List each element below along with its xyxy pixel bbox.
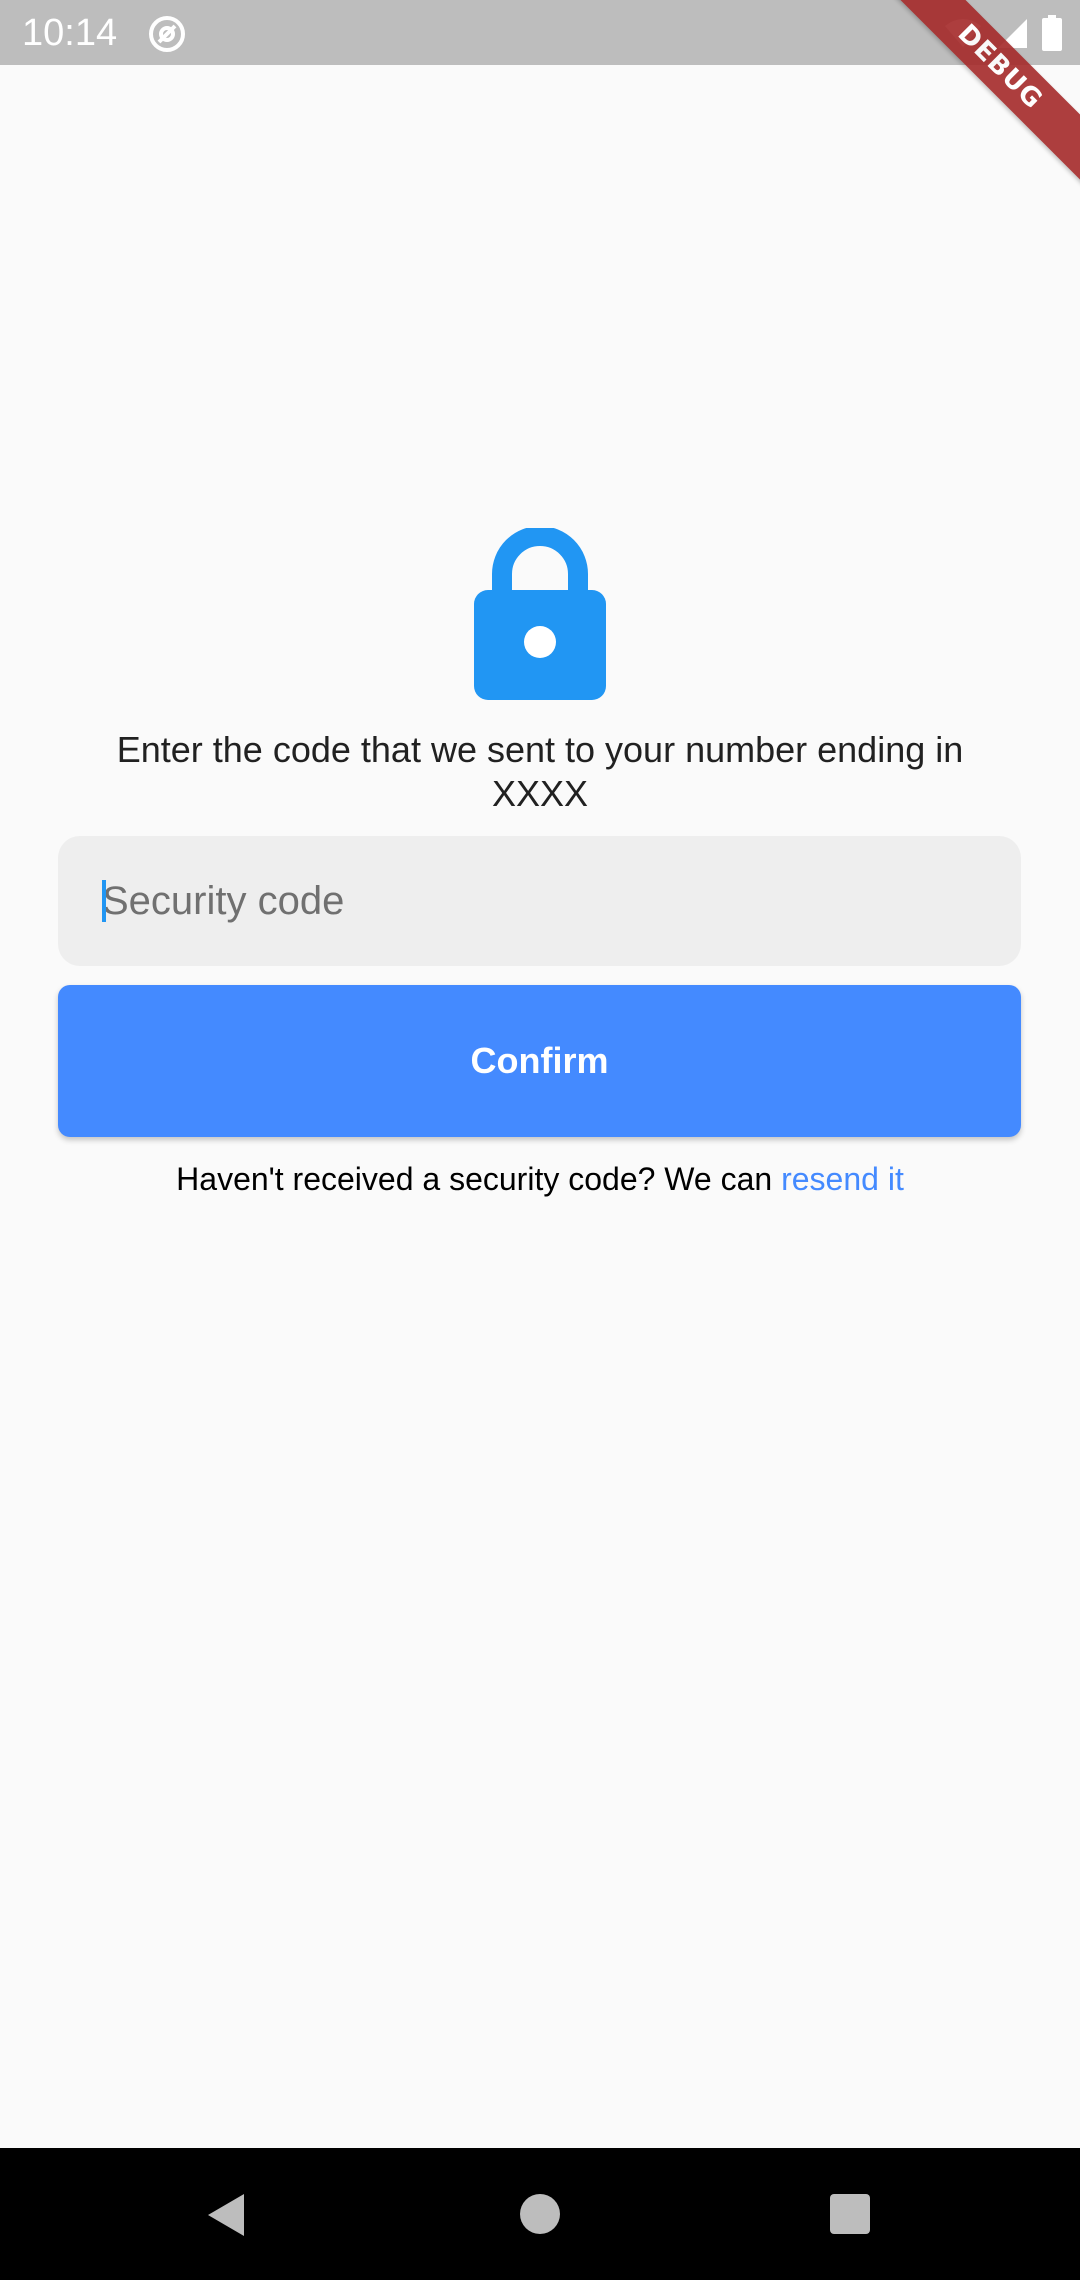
text-cursor — [102, 880, 106, 922]
confirm-button[interactable]: Confirm — [58, 985, 1021, 1137]
instruction-text: Enter the code that we sent to your numb… — [116, 729, 964, 814]
resend-link[interactable]: resend it — [781, 1161, 904, 1197]
recents-icon[interactable] — [830, 2194, 870, 2234]
resend-prompt-text: Haven't received a security code? We can — [176, 1161, 782, 1197]
lock-icon — [474, 528, 606, 700]
navigation-bar — [0, 2148, 1080, 2280]
battery-icon — [1042, 15, 1062, 51]
security-code-input[interactable] — [102, 870, 982, 932]
resend-prompt: Haven't received a security code? We can… — [40, 1158, 1040, 1200]
at-sign-icon — [149, 16, 185, 52]
status-time: 10:14 — [22, 12, 118, 54]
home-icon[interactable] — [520, 2194, 560, 2234]
back-icon[interactable] — [206, 2192, 246, 2238]
